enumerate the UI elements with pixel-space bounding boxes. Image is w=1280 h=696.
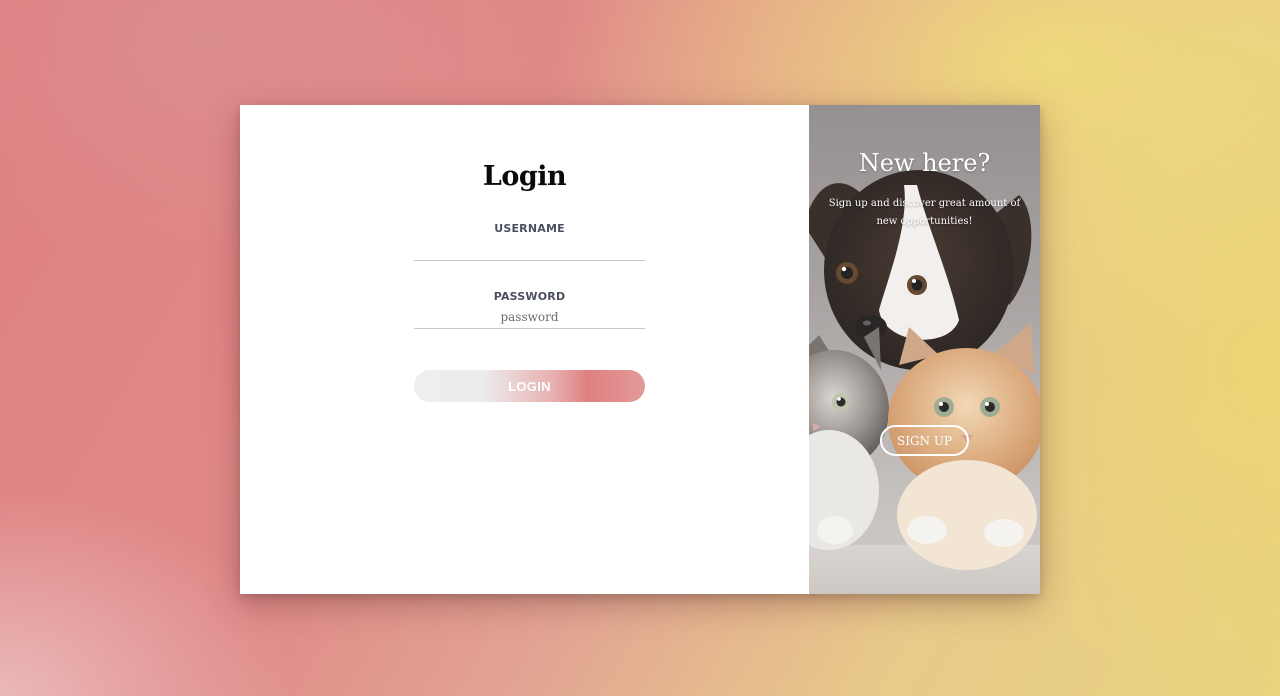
signup-title: New here? [858, 149, 991, 177]
password-input[interactable] [414, 303, 645, 329]
puppy-and-kittens-photo [809, 105, 1040, 594]
auth-card: Login USERNAME PASSWORD LOGIN New here? … [240, 105, 1040, 594]
password-label: PASSWORD [493, 290, 566, 303]
signup-description: Sign up and discover great amount of new… [828, 198, 1021, 227]
login-title: Login [482, 161, 567, 192]
password-field-group: PASSWORD [414, 290, 645, 329]
username-input[interactable] [414, 235, 645, 261]
username-label: USERNAME [494, 222, 565, 235]
signup-button[interactable]: SIGN UP [880, 425, 969, 456]
signup-panel: New here? Sign up and discover great amo… [809, 105, 1040, 594]
username-field-group: USERNAME [414, 222, 645, 261]
login-panel: Login USERNAME PASSWORD LOGIN [240, 105, 809, 594]
login-button[interactable]: LOGIN [414, 370, 645, 402]
